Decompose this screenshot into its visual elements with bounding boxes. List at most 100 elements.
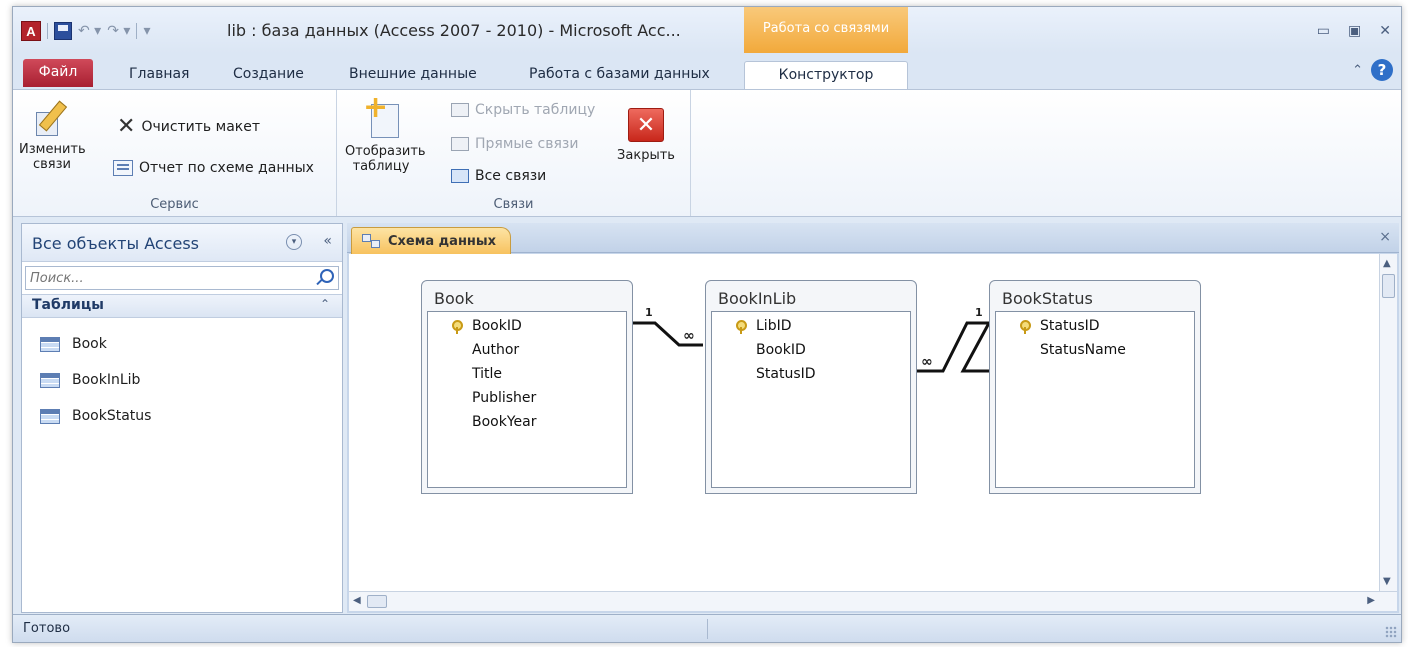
navigation-pane: Все объекты Access ▾ « Таблицы ⌃ Book Bo… — [21, 223, 343, 613]
field-row[interactable]: StatusID — [1040, 318, 1100, 334]
field-row[interactable]: BookID — [756, 342, 806, 358]
qa-separator — [47, 23, 48, 39]
primary-key-icon — [452, 320, 463, 334]
hide-table-icon — [451, 103, 469, 117]
nav-header: Все объекты Access ▾ « — [22, 224, 342, 262]
group-relationships: Отобразить таблицу Скрыть таблицу Прямые… — [337, 90, 691, 216]
tab-create[interactable]: Создание — [223, 61, 314, 89]
search-input[interactable] — [26, 267, 306, 289]
close-label: Закрыть — [617, 148, 675, 163]
report-icon — [113, 160, 133, 176]
tab-external-data[interactable]: Внешние данные — [339, 61, 487, 89]
tab-relationships-diagram[interactable]: Схема данных — [351, 227, 511, 254]
close-x-icon: ✕ — [628, 108, 664, 142]
document-area: Схема данных × 1 ∞ 1 ∞ Book BookID Autho… — [347, 223, 1399, 613]
scroll-down-icon[interactable]: ▼ — [1383, 576, 1391, 587]
close-document-icon[interactable]: × — [1379, 229, 1391, 245]
vertical-scroll-thumb[interactable] — [1382, 274, 1395, 298]
edit-relationships-button[interactable]: Изменить связи — [19, 98, 86, 172]
hide-table-button[interactable]: Скрыть таблицу — [451, 102, 595, 118]
table-field-list: LibID BookID StatusID — [711, 311, 911, 488]
nav-dropdown-icon[interactable]: ▾ — [286, 234, 302, 250]
nav-item-book[interactable]: Book — [40, 336, 107, 352]
search-icon[interactable] — [320, 269, 334, 283]
help-icon[interactable]: ? — [1371, 59, 1393, 81]
relationship-report-label: Отчет по схеме данных — [139, 160, 314, 176]
field-row[interactable]: LibID — [756, 318, 792, 334]
field-row[interactable]: StatusName — [1040, 342, 1126, 358]
field-row[interactable]: Publisher — [472, 390, 536, 406]
all-relationships-button[interactable]: Все связи — [451, 168, 546, 184]
field-row[interactable]: BookID — [472, 318, 522, 334]
direct-relationships-button[interactable]: Прямые связи — [451, 136, 578, 152]
nav-item-bookinlib[interactable]: BookInLib — [40, 372, 140, 388]
tab-file[interactable]: Файл — [23, 59, 93, 87]
cardinality-many-bookinlib: ∞ — [683, 328, 695, 344]
direct-relationships-icon — [451, 137, 469, 151]
collapse-group-icon[interactable]: ⌃ — [320, 297, 330, 311]
close-icon[interactable]: ✕ — [1379, 23, 1391, 39]
nav-group-label: Таблицы — [32, 297, 104, 313]
field-row[interactable]: Title — [472, 366, 502, 382]
title-bar: A ↶ ▾ ↷ ▾ ▾ lib : база данных (Access 20… — [13, 7, 1401, 53]
table-title: BookInLib — [718, 289, 797, 308]
nav-item-label: BookStatus — [72, 408, 152, 424]
nav-item-bookstatus[interactable]: BookStatus — [40, 408, 151, 424]
show-table-icon — [363, 90, 399, 140]
field-row[interactable]: Author — [472, 342, 519, 358]
save-icon[interactable] — [54, 22, 72, 40]
nav-title[interactable]: Все объекты Access — [32, 234, 199, 253]
group-label-service: Сервис — [150, 197, 199, 212]
table-field-list: StatusID StatusName — [995, 311, 1195, 488]
minimize-ribbon-icon[interactable]: ⌃ — [1352, 63, 1363, 78]
horizontal-scroll-thumb[interactable] — [367, 595, 387, 608]
scroll-up-icon[interactable]: ▲ — [1383, 258, 1391, 269]
nav-item-label: BookInLib — [72, 372, 141, 388]
window-controls: ▭ ▣ ✕ — [1317, 23, 1391, 39]
table-title: BookStatus — [1002, 289, 1093, 308]
vertical-scrollbar[interactable]: ▲ ▼ — [1379, 254, 1397, 591]
tab-design[interactable]: Конструктор — [744, 61, 908, 89]
clear-layout-button[interactable]: ✕ Очистить макет — [117, 116, 260, 138]
field-row[interactable]: BookYear — [472, 414, 536, 430]
table-icon — [40, 336, 60, 352]
scroll-right-icon[interactable]: ▶ — [1367, 595, 1375, 606]
nav-collapse-icon[interactable]: « — [323, 233, 332, 249]
context-tab-relationship-tools: Работа со связями — [744, 7, 908, 53]
all-relationships-icon — [451, 169, 469, 183]
edit-relationships-label: Изменить связи — [19, 142, 86, 172]
table-bookinlib[interactable]: BookInLib LibID BookID StatusID — [705, 280, 917, 494]
edit-relationships-icon — [32, 98, 72, 138]
relationship-report-button[interactable]: Отчет по схеме данных — [113, 160, 314, 176]
show-table-button[interactable]: Отобразить таблицу — [345, 90, 426, 174]
show-table-label: Отобразить таблицу — [345, 144, 426, 174]
all-relationships-label: Все связи — [475, 168, 547, 184]
table-title: Book — [434, 289, 474, 308]
status-text: Готово — [23, 621, 71, 636]
group-service: Изменить связи ✕ Очистить макет Отчет по… — [13, 90, 337, 216]
access-app-icon[interactable]: A — [21, 21, 41, 41]
field-row[interactable]: StatusID — [756, 366, 816, 382]
redo-icon[interactable]: ↷ ▾ — [107, 23, 130, 39]
window-title: lib : база данных (Access 2007 - 2010) -… — [227, 21, 681, 40]
undo-icon[interactable]: ↶ ▾ — [78, 23, 101, 39]
horizontal-scrollbar[interactable]: ◀ ▶ — [349, 591, 1397, 611]
qa-separator — [136, 23, 138, 39]
table-bookstatus[interactable]: BookStatus StatusID StatusName — [989, 280, 1201, 494]
nav-search-box — [25, 266, 339, 290]
help-area: ⌃ ? — [1352, 59, 1393, 81]
nav-group-tables[interactable]: Таблицы ⌃ — [22, 294, 342, 318]
tab-home[interactable]: Главная — [119, 61, 199, 89]
cardinality-one-bookstatus: 1 — [975, 306, 983, 319]
close-relationships-button[interactable]: ✕ Закрыть — [613, 108, 679, 163]
restore-icon[interactable]: ▣ — [1348, 23, 1361, 39]
table-icon — [40, 372, 60, 388]
scroll-left-icon[interactable]: ◀ — [353, 595, 361, 606]
tab-database-tools[interactable]: Работа с базами данных — [519, 61, 720, 89]
customize-qa-icon[interactable]: ▾ — [143, 23, 150, 39]
table-book[interactable]: Book BookID Author Title Publisher BookY… — [421, 280, 633, 494]
relationships-canvas[interactable]: 1 ∞ 1 ∞ Book BookID Author Title Publish… — [349, 254, 1379, 591]
resize-grip-icon[interactable] — [1385, 626, 1397, 638]
clear-layout-label: Очистить макет — [141, 119, 260, 135]
minimize-icon[interactable]: ▭ — [1317, 23, 1330, 39]
